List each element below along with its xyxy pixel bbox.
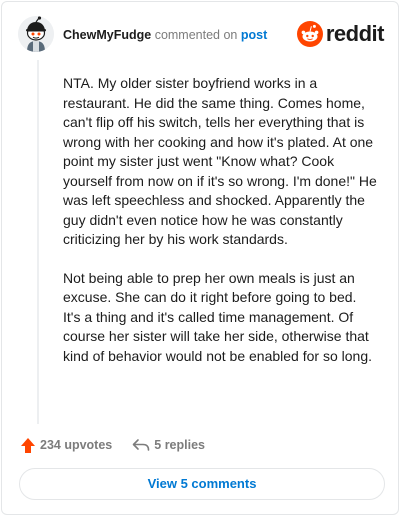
snoo-avatar-icon [18, 16, 54, 52]
upvote-count: 234 upvotes [40, 438, 113, 452]
upvote-arrow-icon [21, 437, 35, 453]
reddit-wordmark: reddit [325, 21, 385, 46]
comment-paragraph: NTA. My older sister boyfriend works in … [63, 75, 377, 247]
comment-body: NTA. My older sister boyfriend works in … [63, 74, 377, 385]
thread-line [37, 60, 39, 424]
reddit-logo-icon [296, 21, 323, 47]
avatar[interactable] [18, 16, 54, 52]
reddit-brand: reddit [296, 21, 385, 47]
comment-paragraph: Not being able to prep her own meals is … [63, 269, 372, 364]
view-comments-button[interactable]: View 5 comments [19, 468, 385, 500]
reply-count: 5 replies [154, 438, 205, 452]
comment-card: ChewMyFudge commented on post reddit NTA… [1, 1, 399, 515]
comment-header: ChewMyFudge commented on post reddit [18, 16, 385, 56]
comment-verb: commented on [154, 28, 238, 42]
reply-arrow-icon [132, 439, 150, 451]
replies-button[interactable]: 5 replies [132, 438, 205, 452]
post-link[interactable]: post [241, 28, 267, 42]
comment-meta: ChewMyFudge commented on post [63, 27, 267, 43]
comment-actions: 234 upvotes 5 replies [20, 435, 205, 455]
username[interactable]: ChewMyFudge [63, 28, 151, 42]
upvote-button[interactable]: 234 upvotes [20, 437, 112, 454]
